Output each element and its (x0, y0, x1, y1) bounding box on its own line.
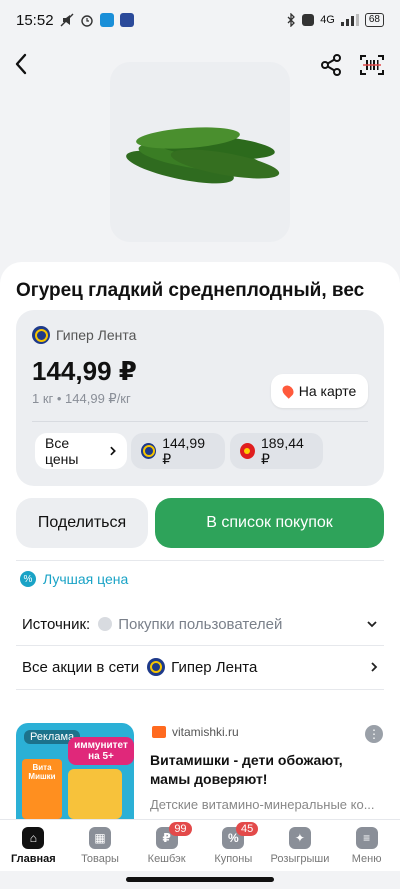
nav-label: Кешбэк (147, 853, 186, 865)
share-product-button[interactable]: Поделиться (16, 498, 148, 548)
map-pin-icon (279, 383, 296, 399)
lenta-logo-icon (147, 658, 166, 676)
gift-icon: ✦ (288, 827, 311, 849)
divider (16, 689, 384, 690)
divider (16, 560, 384, 561)
price-chip-other-store[interactable]: 189,44 ₽ (230, 433, 323, 469)
chevron-right-icon (371, 662, 378, 672)
all-promos-store: Гипер Лента (171, 658, 258, 676)
menu-icon: ≡ (355, 827, 378, 849)
vitamin-pack-image: Вита Мишки (22, 759, 62, 819)
signal-icon (340, 14, 359, 26)
status-bar: 15:52 4G 68 (0, 0, 400, 40)
status-time: 15:52 (16, 11, 54, 29)
nav-label: Меню (351, 853, 382, 865)
cashback-badge: 99 (169, 822, 192, 836)
bottom-navigation: ⌂ Главная ▦ Товары ₽ 99 Кешбэк % 45 Купо… (0, 819, 400, 871)
volte-icon (302, 14, 315, 26)
nav-giveaways[interactable]: ✦ Розыгрыши (267, 820, 334, 871)
cucumber-image-icon (126, 127, 280, 184)
product-title: Огурец гладкий среднеплодный, вес (16, 280, 365, 301)
product-image[interactable] (110, 62, 290, 242)
barcode-scan-button[interactable] (360, 54, 386, 78)
best-price-label: Лучшая цена (43, 571, 129, 587)
ad-image[interactable]: Реклама иммунитет на 5+ Вита Мишки (16, 723, 134, 819)
store-name: Гипер Лента (56, 327, 137, 343)
source-label: Источник: (22, 615, 91, 633)
divider (16, 645, 384, 646)
product-price: 144,99 ₽ (32, 356, 137, 386)
all-promos-label: Все акции в сети (22, 658, 140, 676)
price-chip-value: 189,44 ₽ (260, 434, 304, 467)
all-promos-row[interactable]: Все акции в сети Гипер Лента (22, 655, 378, 679)
ad-badge: иммунитет на 5+ (68, 737, 134, 765)
nav-coupons[interactable]: % 45 Купоны (200, 820, 267, 871)
ad-info-button[interactable]: ⋮ (365, 725, 383, 743)
coupons-badge: 45 (235, 822, 259, 836)
barcode-scan-icon (360, 55, 384, 75)
ad-source: vitamishki.ru (152, 725, 239, 739)
nav-home[interactable]: ⌂ Главная (0, 820, 67, 871)
ad-title[interactable]: Витамишки - дети обожают, мамы доверяют! (150, 751, 386, 789)
on-map-label: На карте (298, 383, 357, 399)
all-prices-label: Все цены (45, 435, 79, 467)
bluetooth-icon (287, 13, 296, 27)
chevron-right-icon (110, 446, 117, 456)
home-indicator[interactable] (126, 877, 274, 882)
source-row[interactable]: Источник: Покупки пользователей (22, 612, 378, 636)
divider (32, 421, 368, 422)
ad-pack-text: Вита Мишки (28, 763, 56, 781)
grid-icon: ▦ (88, 827, 111, 849)
share-icon (321, 54, 341, 76)
alarm-icon (80, 15, 93, 27)
price-chip-lenta[interactable]: 144,99 ₽ (131, 433, 225, 469)
user-icon (98, 617, 113, 631)
on-map-button[interactable]: На карте (271, 374, 368, 408)
unit-price: 1 кг • 144,99 ₽/кг (32, 391, 131, 406)
app-notification-icon (119, 13, 134, 27)
mute-icon (60, 13, 74, 27)
network-type: 4G (320, 14, 335, 26)
source-value: Покупки пользователей (118, 615, 283, 633)
nav-products[interactable]: ▦ Товары (67, 820, 134, 871)
lenta-logo-icon (32, 326, 50, 344)
backpack-image (68, 769, 122, 819)
nav-label: Главная (10, 853, 56, 865)
best-price-indicator: % Лучшая цена (20, 571, 128, 587)
battery-indicator: 68 (364, 13, 384, 27)
store-logo-icon (240, 443, 255, 459)
app-sigma-icon (99, 13, 114, 27)
site-favicon-icon (152, 726, 166, 738)
back-button[interactable] (14, 52, 38, 82)
add-to-list-button[interactable]: В список покупок (155, 498, 384, 548)
nav-menu[interactable]: ≡ Меню (333, 820, 400, 871)
chevron-left-icon (15, 53, 27, 75)
ad-source-domain: vitamishki.ru (172, 725, 239, 739)
nav-label: Розыгрыши (270, 853, 330, 865)
nav-label: Купоны (214, 853, 253, 865)
lenta-logo-icon (141, 443, 157, 459)
nav-cashback[interactable]: ₽ 99 Кешбэк (133, 820, 200, 871)
chevron-down-icon (367, 621, 377, 628)
price-chip-value: 144,99 ₽ (162, 434, 206, 467)
ad-description: Детские витамино-минеральные ко... (150, 797, 375, 812)
share-button[interactable] (320, 54, 344, 78)
percent-icon: % (20, 571, 36, 587)
home-icon: ⌂ (22, 827, 45, 849)
nav-label: Товары (81, 853, 119, 865)
all-prices-button[interactable]: Все цены (35, 433, 127, 469)
